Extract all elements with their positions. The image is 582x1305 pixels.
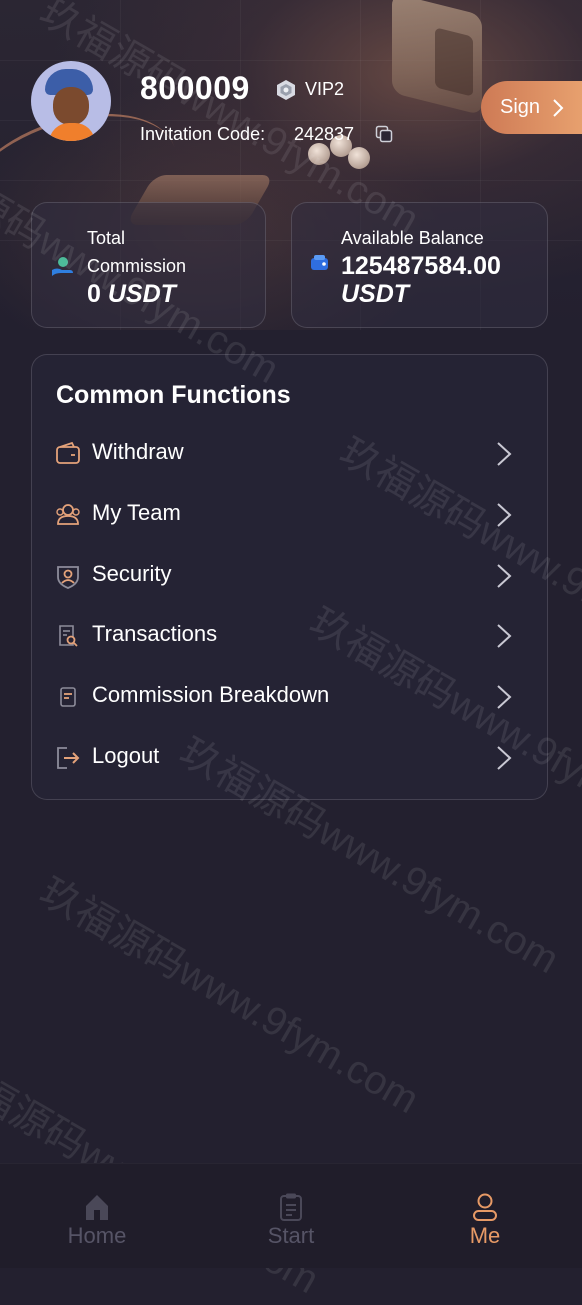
total-commission-unit: USDT <box>107 280 176 308</box>
common-functions-title: Common Functions <box>56 381 291 409</box>
shield-user-icon <box>57 566 79 589</box>
invitation-code-label: Invitation Code: <box>140 124 266 144</box>
vip-badge-icon <box>277 80 295 100</box>
total-commission-amount: 0 USDT <box>87 280 176 308</box>
available-balance-unit-text: USDT <box>341 280 410 308</box>
clipboard-icon <box>280 1193 302 1221</box>
sign-button[interactable]: Sign <box>481 81 582 134</box>
menu-item-label: My Team <box>92 500 181 525</box>
hero-decor-figure <box>308 143 330 165</box>
commission-hand-icon <box>52 257 73 276</box>
menu-item-withdraw[interactable]: Withdraw <box>32 424 547 482</box>
hero-decor-figure <box>348 147 370 169</box>
available-balance-card: Available Balance 125487584.00 USDT <box>291 202 548 328</box>
avatar-face <box>53 87 89 125</box>
tab-start[interactable]: Start <box>194 1164 388 1268</box>
document-search-icon <box>59 625 78 647</box>
chevron-right-icon <box>497 746 512 770</box>
wallet-balance-icon <box>311 255 328 270</box>
bottom-tab-bar: Home Start Me <box>0 1163 582 1268</box>
hero-grid-line <box>0 60 582 61</box>
document-icon <box>60 687 76 707</box>
copy-icon[interactable] <box>375 125 393 143</box>
available-balance-unit: USDT <box>341 280 409 308</box>
invitation-code: 242837 <box>294 124 355 144</box>
logout-icon <box>57 747 80 769</box>
chevron-right-icon <box>497 564 512 588</box>
chevron-right-icon <box>497 503 512 527</box>
menu-item-label: Withdraw <box>92 439 184 464</box>
menu-item-label: Security <box>92 561 172 586</box>
chevron-right-icon <box>553 98 564 117</box>
menu-item-commission-breakdown[interactable]: Commission Breakdown <box>32 667 547 725</box>
menu-item-label: Logout <box>92 743 160 768</box>
total-commission-title-line2: Commission <box>87 256 187 276</box>
common-functions-panel: Common Functions Withdraw My Team Securi… <box>31 354 548 800</box>
tab-label: Me <box>469 1223 501 1248</box>
chevron-right-icon <box>497 685 512 709</box>
vip-level: VIP2 <box>305 79 345 99</box>
available-balance-title: Available Balance <box>341 228 484 248</box>
chevron-right-icon <box>497 624 512 648</box>
tab-home[interactable]: Home <box>0 1164 194 1268</box>
watermark: 玖福源码www.9fym.com <box>32 869 426 1123</box>
tab-me[interactable]: Me <box>388 1164 582 1268</box>
menu-item-my-team[interactable]: My Team <box>32 485 547 543</box>
wallet-icon <box>56 441 80 464</box>
person-icon <box>473 1193 497 1221</box>
hero-decor-device-screen <box>435 27 473 97</box>
home-icon <box>86 1195 108 1220</box>
total-commission-card: Total Commission 0 USDT <box>31 202 266 328</box>
menu-item-transactions[interactable]: Transactions <box>32 606 547 664</box>
avatar[interactable] <box>31 61 111 141</box>
menu-item-label: Transactions <box>92 621 218 646</box>
avatar-shirt <box>49 123 95 141</box>
tab-label: Home <box>67 1223 127 1248</box>
total-commission-title-line1: Total <box>87 228 126 248</box>
menu-item-logout[interactable]: Logout <box>32 728 547 786</box>
menu-item-label: Commission Breakdown <box>92 682 330 707</box>
team-icon <box>56 504 80 525</box>
user-id: 800009 <box>140 70 250 106</box>
chevron-right-icon <box>497 442 512 466</box>
menu-item-security[interactable]: Security <box>32 546 547 604</box>
available-balance-value: 125487584.00 <box>341 252 501 280</box>
tab-label: Start <box>267 1223 315 1248</box>
total-commission-value: 0 <box>87 280 101 308</box>
sign-button-label: Sign <box>500 96 541 118</box>
